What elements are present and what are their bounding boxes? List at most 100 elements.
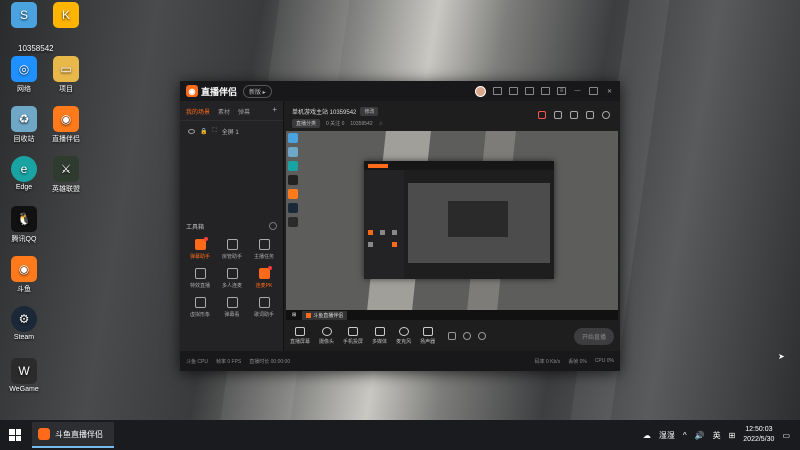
fans-count: 0 关注 0 [326,121,345,127]
weather-icon[interactable]: ☁ [643,431,651,440]
nested-preview [408,183,550,263]
shop-icon[interactable] [538,111,546,119]
screen-capture-button[interactable]: 直播屏幕 [290,327,310,345]
taskbar-app-douyu[interactable]: 斗鱼直播伴侣 [32,422,114,448]
video-icon[interactable] [448,332,457,340]
bell-icon[interactable] [586,111,594,119]
extra-icons [448,332,487,340]
desktop-icon-companion[interactable]: ◉ 直播伴侣 [46,106,86,144]
douyu-companion-icon: ◉ [53,106,79,132]
settings-icon[interactable] [525,87,534,95]
share-icon[interactable] [602,111,610,119]
desktop-icon-wegame[interactable]: W WeGame [4,358,44,393]
tool-label: 多人连麦 [221,283,242,289]
taskbar: 斗鱼直播伴侣 ☁ 湿湿 ^ 🔊 英 ⊞ 12:50:03 2022/5/30 ▭ [0,420,800,450]
icon-label: 英雄联盟 [52,186,80,193]
desktop-shortcut[interactable]: S [4,2,44,30]
tool-item[interactable]: 弹幕助手 [184,237,216,260]
room-id: 10359542 [350,120,373,127]
notification-icon[interactable]: ▭ [782,431,790,440]
phone-cast-button[interactable]: 手机投屏 [343,327,363,345]
category-button[interactable]: 直播分类 [292,119,321,128]
tool-item[interactable]: 虚拟形象 [184,297,216,318]
camera-button[interactable]: 摄像头 [319,327,334,345]
desktop-icon-qq[interactable]: 🐧 腾讯QQ [4,206,44,244]
gift-icon[interactable]: ♧ [379,121,383,127]
version-badge[interactable]: 新版 ▸ [243,84,272,98]
edit-title-button[interactable]: 修改 [360,107,379,116]
camera-icon [321,327,332,336]
preview-icon [288,161,298,171]
desktop-icons: S K 10358542 ◎ 网络 ▭ 项目 ♻ 回收站 ◉ 直播伴侣 e Ed… [4,0,84,420]
desktop-icon-folder[interactable]: ▭ 项目 [46,56,86,94]
app-logo: ◉ 直播伴侣 [186,85,237,98]
tools-grid: 弹幕助手 房管助手 主播任务 特效直播 多人连麦 连麦PK 虚拟形象 弹幕看 歌… [184,237,280,318]
desktop-icon-edge[interactable]: e Edge [4,156,44,191]
preview-taskbar-app: 斗鱼直播伴侣 [302,310,348,320]
message-icon[interactable] [493,87,502,95]
game-icon: ⚔ [53,156,79,182]
grid-icon[interactable] [554,111,562,119]
tool-label: 房管助手 [221,254,242,260]
clock[interactable]: 12:50:03 2022/5/30 [743,425,774,445]
screen-icon [295,327,305,336]
avatar[interactable] [475,85,486,97]
speaker-button[interactable]: 扬声器 [420,327,435,345]
mic-button[interactable]: 麦克风 [396,327,411,345]
more-icon[interactable] [269,222,277,230]
lock-icon[interactable]: 🔒 [200,128,207,135]
desktop-icon-douyu[interactable]: ◉ 斗鱼 [4,256,44,294]
maximize-icon[interactable] [589,87,598,95]
menu-icon[interactable]: ≡ [557,87,566,95]
status-item: 直播时长 00:00:00 [249,358,291,365]
live-preview[interactable]: ⊞ 斗鱼直播伴侣 [286,131,618,320]
lyrics-icon [258,297,270,308]
volume-icon[interactable]: 🔊 [695,431,705,440]
preview-taskbar: ⊞ 斗鱼直播伴侣 [286,310,618,320]
tool-item[interactable]: 多人连麦 [216,268,248,289]
gift-icon[interactable] [509,87,518,95]
nested-tool [368,242,373,247]
status-item: 码率 0 Kb/s [534,358,561,365]
skin-icon[interactable] [541,87,550,95]
tool-item[interactable]: 房管助手 [216,239,248,260]
gear-icon[interactable] [478,332,487,340]
tool-item[interactable]: 弹幕看 [216,297,248,318]
douyu-icon: ◉ [11,256,37,282]
close-icon[interactable]: ✕ [605,87,614,95]
media-button[interactable]: 多媒体 [372,327,387,345]
scene-name: 全屏 1 [221,130,239,136]
tv-icon [226,297,238,308]
tab-danmu[interactable]: 弹幕 [238,107,250,116]
nested-logo [368,163,388,168]
minimize-icon[interactable]: — [573,87,582,95]
tool-item[interactable]: 歌词助手 [248,297,280,318]
status-item: CPU 0% [594,357,614,364]
desktop-icon-game[interactable]: ⚔ 英雄联盟 [46,156,86,194]
chevron-up-icon[interactable]: ^ [683,431,687,440]
tool-item[interactable]: 特效直播 [184,268,216,289]
weather-label[interactable]: 湿湿 [659,430,675,441]
add-scene-button[interactable]: + [272,106,277,116]
tab-materials[interactable]: 素材 [218,107,230,116]
nested-tool [392,242,397,247]
ime-indicator[interactable]: 英 [713,430,721,441]
screenshot-icon[interactable] [570,111,578,119]
nested-left-panel [364,170,404,279]
eye-icon[interactable] [188,129,195,134]
tool-item[interactable]: 主播任务 [248,239,280,260]
tab-my-scenes[interactable]: 我的场景 [186,107,210,116]
start-live-button[interactable]: 开始直播 [573,327,614,345]
recycle-bin-icon: ♻ [11,106,37,132]
desktop-shortcut[interactable]: K [46,2,86,30]
eye-icon[interactable] [463,332,472,340]
input-method-icon[interactable]: ⊞ [729,431,736,440]
desktop-icon-recycle[interactable]: ♻ 回收站 [4,106,44,144]
id-label: 10358542 [18,44,54,53]
desktop-icon-steam[interactable]: ⚙ Steam [4,306,44,341]
speaker-icon [422,327,433,336]
scene-item[interactable]: 🔒 ⛶ 全屏 1 [180,121,283,142]
tool-item[interactable]: 连麦PK [248,266,280,289]
desktop-icon-network[interactable]: ◎ 网络 [4,56,44,94]
start-button[interactable] [0,420,30,450]
